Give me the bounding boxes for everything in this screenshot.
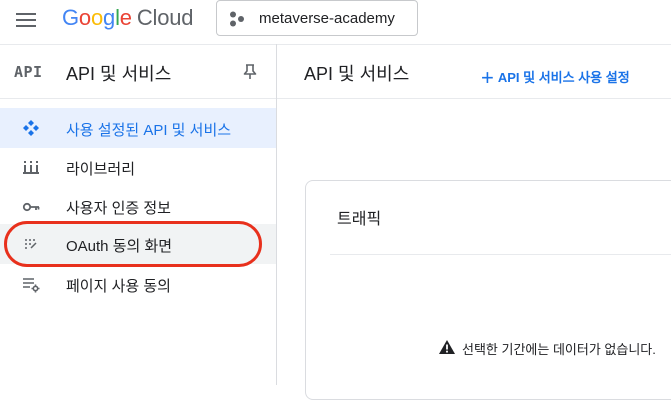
card-title: 트래픽: [337, 211, 382, 228]
pin-icon[interactable]: [243, 64, 257, 80]
google-wordmark: Google: [62, 5, 132, 30]
sidebar-item-credentials[interactable]: 사용자 인증 정보: [0, 186, 276, 226]
sidebar-item-label: 사용자 인증 정보: [66, 200, 171, 217]
warning-icon: [439, 340, 455, 354]
sidebar-header: API API 및 서비스: [0, 44, 276, 99]
library-icon: [23, 161, 39, 174]
google-cloud-logo[interactable]: Google Cloud: [62, 5, 193, 31]
main-menu-icon[interactable]: [16, 11, 38, 29]
enable-apis-button[interactable]: + API 및 서비스 사용 설정: [481, 62, 630, 90]
main-header: API 및 서비스 + API 및 서비스 사용 설정: [277, 44, 671, 99]
sidebar-item-label: 라이브러리: [66, 161, 136, 178]
diamond-grid-icon: [23, 120, 39, 136]
sidebar: API API 및 서비스 사용 설정된 API 및 서비스 라이브러리 사용자…: [0, 44, 277, 385]
sidebar-item-enabled-apis[interactable]: 사용 설정된 API 및 서비스: [0, 108, 276, 148]
google-letter: e: [119, 5, 132, 30]
project-picker[interactable]: metaverse-academy: [216, 0, 418, 36]
sidebar-item-page-consent[interactable]: 페이지 사용 동의: [0, 264, 276, 304]
sidebar-title: API 및 서비스: [66, 64, 172, 84]
project-dots-icon: [230, 11, 244, 27]
settings-list-icon: [23, 278, 40, 293]
page-title: API 및 서비스: [304, 64, 410, 84]
api-badge-icon: API: [14, 63, 43, 81]
traffic-card: 트래픽 선택한 기간에는 데이터가 없습니다.: [305, 180, 671, 400]
google-letter: G: [62, 5, 79, 30]
top-bar: Google Cloud metaverse-academy: [0, 0, 671, 44]
google-letter: o: [78, 5, 91, 30]
highlight-ring: [4, 221, 262, 267]
sidebar-item-label: 페이지 사용 동의: [66, 278, 171, 295]
empty-state: 선택한 기간에는 데이터가 없습니다.: [438, 339, 656, 358]
empty-message: 선택한 기간에는 데이터가 없습니다.: [462, 342, 656, 357]
sidebar-item-label: 사용 설정된 API 및 서비스: [66, 122, 232, 139]
project-name: metaverse-academy: [259, 10, 395, 27]
plus-icon: +: [481, 65, 494, 90]
cloud-wordmark: Cloud: [136, 5, 194, 30]
key-icon: [22, 202, 40, 212]
google-letter: g: [103, 5, 116, 30]
sidebar-item-library[interactable]: 라이브러리: [0, 147, 276, 187]
card-divider: [330, 254, 671, 255]
google-letter: o: [90, 5, 104, 30]
enable-apis-label: API 및 서비스 사용 설정: [497, 70, 630, 85]
